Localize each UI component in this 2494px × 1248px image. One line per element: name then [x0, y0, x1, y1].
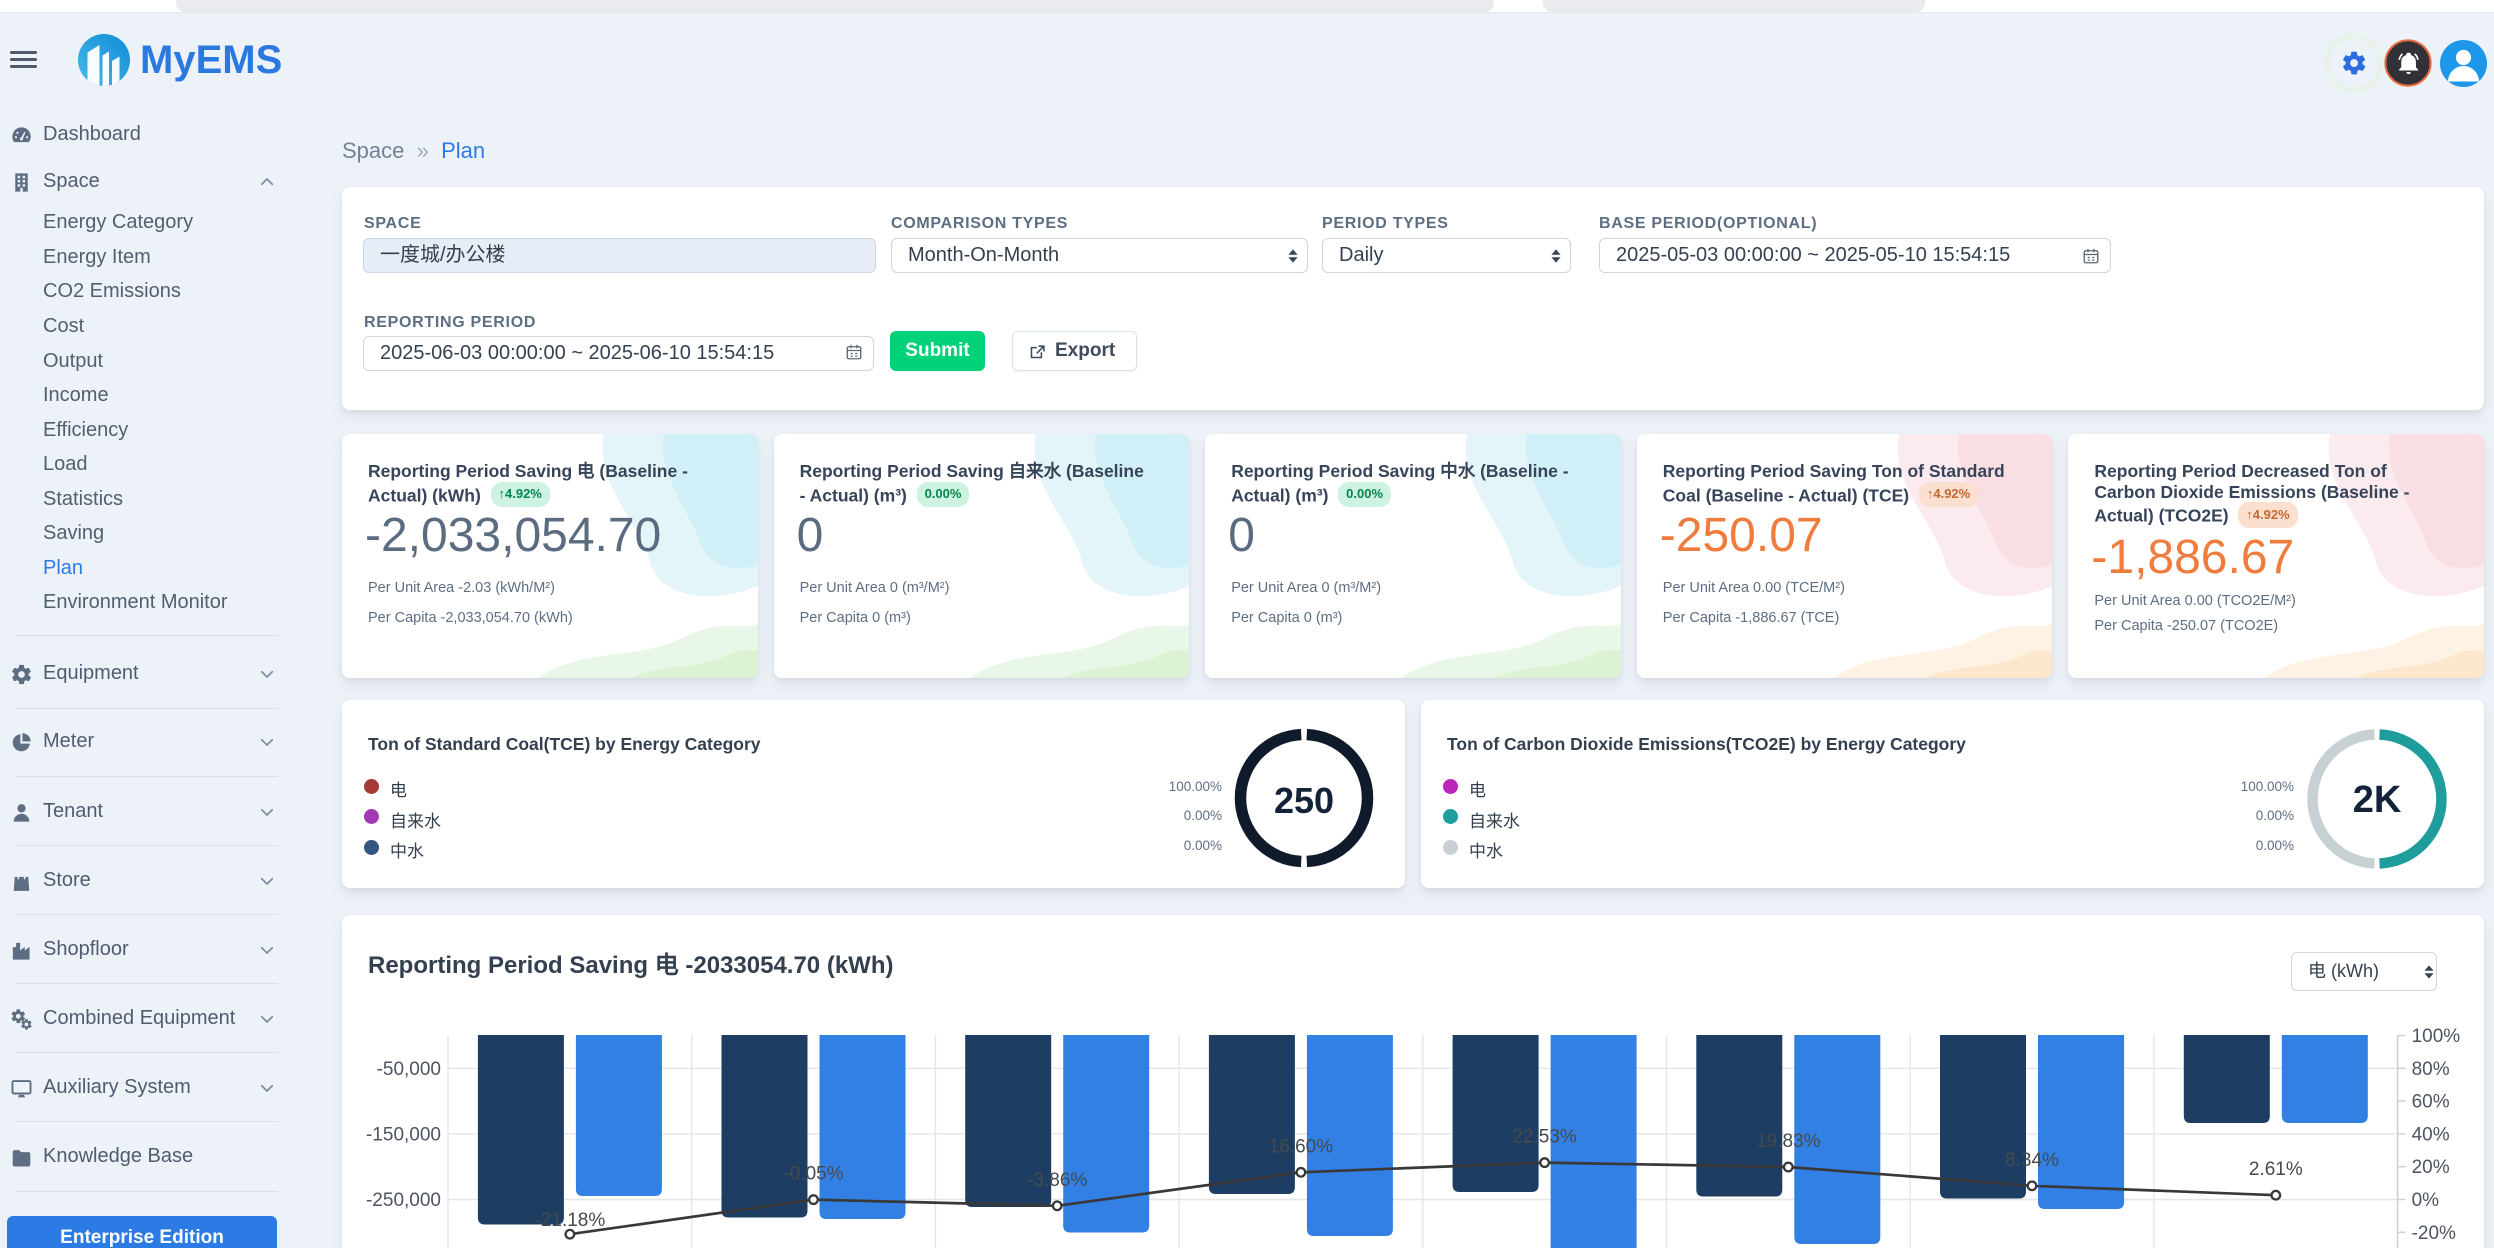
- svg-text:40%: 40%: [2412, 1124, 2450, 1145]
- svg-text:-0.05%: -0.05%: [783, 1164, 843, 1185]
- svg-text:-150,000: -150,000: [366, 1124, 441, 1145]
- svg-text:60%: 60%: [2412, 1092, 2450, 1113]
- svg-text:-20%: -20%: [2412, 1223, 2456, 1244]
- svg-text:80%: 80%: [2412, 1059, 2450, 1080]
- svg-text:2.61%: 2.61%: [2249, 1159, 2303, 1180]
- svg-text:-21.18%: -21.18%: [535, 1210, 606, 1231]
- svg-text:-50,000: -50,000: [377, 1059, 441, 1080]
- svg-text:16.60%: 16.60%: [1269, 1136, 1334, 1157]
- svg-text:22.53%: 22.53%: [1512, 1127, 1577, 1148]
- svg-text:20%: 20%: [2412, 1157, 2450, 1178]
- svg-text:19.83%: 19.83%: [1756, 1131, 1821, 1152]
- svg-text:8.34%: 8.34%: [2005, 1150, 2059, 1171]
- svg-text:0%: 0%: [2412, 1190, 2440, 1211]
- svg-text:100%: 100%: [2412, 1026, 2461, 1047]
- svg-text:-250,000: -250,000: [366, 1190, 441, 1211]
- svg-text:-3.86%: -3.86%: [1027, 1170, 1087, 1191]
